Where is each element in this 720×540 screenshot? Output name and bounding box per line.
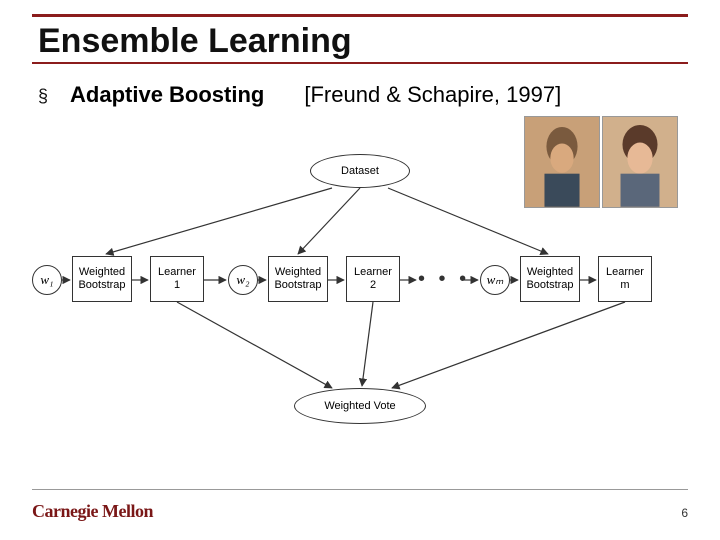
university-logo: Carnegie Mellon [32,501,153,522]
node-learner-1: Learner 1 [150,256,204,302]
node-weight-m: wₘ [480,265,510,295]
node-bootstrap-m: Weighted Bootstrap [520,256,580,302]
node-learner-2: Learner 2 [346,256,400,302]
node-weight-1: w₁ [32,265,62,295]
ellipsis: • • • [418,268,470,291]
node-bootstrap-2: Weighted Bootstrap [268,256,328,302]
diagram-container: Dataset w₁ Weighted Bootstrap Learner 1 … [32,150,688,450]
bullet-topic: Adaptive Boosting [70,82,264,108]
bullet-citation: [Freund & Schapire, 1997] [304,82,561,108]
bullet-row: § Adaptive Boosting [Freund & Schapire, … [38,82,561,108]
title-rule-bottom [32,62,688,64]
bullet-marker: § [38,86,48,107]
footer-rule [32,489,688,490]
page-number: 6 [681,506,688,520]
node-weight-2: w₂ [228,265,258,295]
title-rule-top [32,14,688,17]
node-bootstrap-1: Weighted Bootstrap [72,256,132,302]
node-learner-m: Learner m [598,256,652,302]
slide-title: Ensemble Learning [38,22,352,61]
node-dataset: Dataset [310,154,410,188]
node-weighted-vote: Weighted Vote [294,388,426,424]
